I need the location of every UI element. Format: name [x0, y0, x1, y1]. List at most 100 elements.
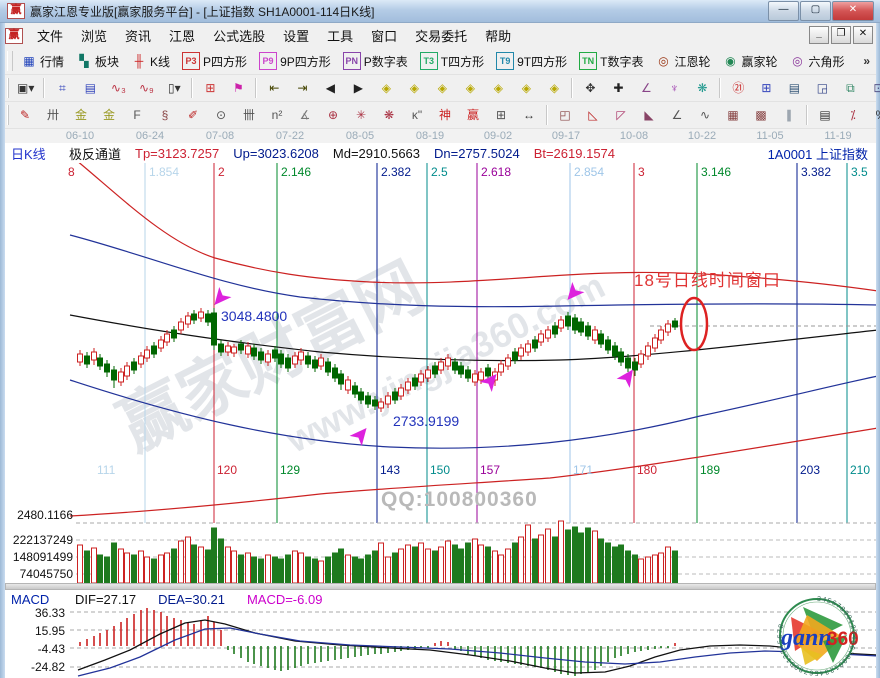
tool-gold-ratio-a[interactable]: 金	[68, 105, 94, 125]
tool-n-squared[interactable]: n²	[264, 105, 290, 125]
tool-sectors[interactable]: ▚板块	[71, 51, 124, 72]
tool-gold-ratio-b[interactable]: 金	[96, 105, 122, 125]
tool-last-page[interactable]: ⇥	[289, 78, 315, 98]
close-button[interactable]: ✕	[832, 1, 874, 21]
menu-10[interactable]: 帮助	[476, 26, 520, 45]
tool-quotes[interactable]: ▦行情	[16, 51, 69, 72]
menu-6[interactable]: 设置	[274, 26, 318, 45]
tool-k-mark[interactable]: ĸ"	[404, 105, 430, 125]
tool-shen-tool[interactable]: 神	[432, 105, 458, 125]
tool-emperor-tool[interactable]: ♆	[661, 78, 687, 98]
tool-zigzag[interactable]: ∿	[692, 105, 718, 125]
tool-save[interactable]: ◲	[809, 78, 835, 98]
tool-9p-square[interactable]: P99P四方形	[254, 50, 336, 72]
tool-chart-3[interactable]: ∿₃	[105, 78, 131, 98]
tool-box-fan[interactable]: ◸	[608, 105, 634, 125]
tool-diamond-shrink[interactable]: ◈	[457, 78, 483, 98]
tool-star-burst[interactable]: ✳	[348, 105, 374, 125]
tool-next[interactable]: ▶	[345, 78, 371, 98]
tool-gann-wheel[interactable]: ◎江恩轮	[650, 51, 715, 72]
tool-percent-line[interactable]: ⁒	[840, 105, 866, 125]
tool-spiral[interactable]: §	[152, 105, 178, 125]
tool-kline[interactable]: ╫K线	[126, 51, 175, 72]
panel-tab-daily-kline[interactable]: 日K线	[5, 144, 69, 163]
mdi-restore-button[interactable]: ❐	[831, 26, 851, 44]
tool-candle-style[interactable]: ▯▾	[161, 78, 187, 98]
menu-9[interactable]: 交易委托	[406, 26, 476, 45]
tool-diamond-left[interactable]: ◈	[373, 78, 399, 98]
tool-winner-wheel[interactable]: ◉赢家轮	[717, 51, 782, 72]
tool-crosshair[interactable]: ✚	[605, 78, 631, 98]
tool-hexagon[interactable]: ◎六角形	[785, 51, 850, 72]
title-bar[interactable]: 赢 赢家江恩专业版[赢家服务平台] - [上证指数 SH1A0001-114日K…	[0, 0, 880, 23]
tool-percent[interactable]: %	[868, 105, 880, 125]
tool-first-page[interactable]: ⇤	[261, 78, 287, 98]
tool-angle-line[interactable]: ∠	[664, 105, 690, 125]
maximize-button[interactable]: ▢	[800, 1, 831, 21]
time-circle-icon: ⊙	[213, 107, 229, 123]
tool-diamond-right[interactable]: ◈	[401, 78, 427, 98]
tool-prev[interactable]: ◀	[317, 78, 343, 98]
tool-t-square[interactable]: T3T四方形	[415, 50, 489, 72]
tool-target-cross[interactable]: ⊕	[320, 105, 346, 125]
first-page-icon: ⇤	[266, 80, 282, 96]
tool-t-number-table[interactable]: TNT数字表	[574, 50, 648, 72]
minimize-button[interactable]: —	[768, 1, 799, 21]
menu-4[interactable]: 江恩	[160, 26, 204, 45]
tool-diamond-move[interactable]: ◈	[513, 78, 539, 98]
tool-pen-mark[interactable]: ✐	[180, 105, 206, 125]
toolbar1-more-chevron[interactable]: »	[863, 54, 870, 68]
tool-price-scale[interactable]: ▤	[812, 105, 838, 125]
mdi-minimize-button[interactable]: _	[809, 26, 829, 44]
tool-calculator[interactable]: ⊞	[753, 78, 779, 98]
tool-time-circle[interactable]: ⊙	[208, 105, 234, 125]
tool-pan-hand[interactable]: ✥	[577, 78, 603, 98]
tool-spider-web[interactable]: ❋	[376, 105, 402, 125]
menu-5[interactable]: 公式选股	[204, 26, 274, 45]
tool-9t-square[interactable]: T99T四方形	[491, 50, 572, 72]
menu-2[interactable]: 浏览	[72, 26, 116, 45]
tool-win-grid[interactable]: ⊞	[197, 78, 223, 98]
tool-diamond-expand[interactable]: ◈	[429, 78, 455, 98]
p-square-icon: P3	[182, 52, 200, 70]
tool-win-tool[interactable]: 赢	[460, 105, 486, 125]
tool-overview[interactable]: ⌗	[49, 78, 75, 98]
tool-angle-set[interactable]: ∡	[292, 105, 318, 125]
tool-p-square[interactable]: P3P四方形	[177, 50, 252, 72]
tool-export[interactable]: ⊡	[865, 78, 880, 98]
tool-calendar-21[interactable]: ㉑	[725, 78, 751, 98]
tool-p-number-table[interactable]: PNP数字表	[338, 50, 413, 72]
tool-period-kline[interactable]: ▣▾	[12, 78, 39, 98]
panel-splitter[interactable]	[5, 583, 876, 590]
tool-f-grid[interactable]: F	[124, 105, 150, 125]
tool-detail-list[interactable]: ▤	[77, 78, 103, 98]
tool-diamond-plus[interactable]: ◈	[485, 78, 511, 98]
tool-angle-measure[interactable]: ∠	[633, 78, 659, 98]
tool-copy-chart[interactable]: ⧉	[837, 78, 863, 98]
tool-dense-grid[interactable]: ▦	[720, 105, 746, 125]
tool-chart-9[interactable]: ∿₉	[133, 78, 159, 98]
tool-diamond-all[interactable]: ◈	[541, 78, 567, 98]
tool-grid-box2[interactable]: ▩	[748, 105, 774, 125]
volume-layer	[78, 521, 678, 583]
tool-grid-123[interactable]: ⊞	[488, 105, 514, 125]
indicator-name[interactable]: 极反通道	[69, 144, 121, 163]
tool-smart-tool[interactable]: ❋	[689, 78, 715, 98]
tool-measure-h[interactable]: ↔	[516, 105, 542, 125]
tool-comb2[interactable]: 卌	[236, 105, 262, 125]
tool-flag-tool[interactable]: ⚑	[225, 78, 251, 98]
period-kline-icon: ▣▾	[17, 80, 34, 96]
tool-notepad[interactable]: ▤	[781, 78, 807, 98]
tool-shaded-fan[interactable]: ◣	[636, 105, 662, 125]
tool-gann-box[interactable]: ◰	[552, 105, 578, 125]
menu-1[interactable]: 文件	[28, 26, 72, 45]
tool-parallel-lines[interactable]: ∥	[776, 105, 802, 125]
toolbar-navigation: ▣▾⌗▤∿₃∿₉▯▾⊞⚑⇤⇥◀▶◈◈◈◈◈◈◈✥✚∠♆❋㉑⊞▤◲⧉⊡	[5, 75, 876, 102]
menu-7[interactable]: 工具	[318, 26, 362, 45]
tool-gann-fan[interactable]: ◺	[580, 105, 606, 125]
tool-brush[interactable]: ✎	[12, 105, 38, 125]
menu-3[interactable]: 资讯	[116, 26, 160, 45]
mdi-close-button[interactable]: ✕	[853, 26, 873, 44]
menu-8[interactable]: 窗口	[362, 26, 406, 45]
tool-grid-comb[interactable]: 卅	[40, 105, 66, 125]
